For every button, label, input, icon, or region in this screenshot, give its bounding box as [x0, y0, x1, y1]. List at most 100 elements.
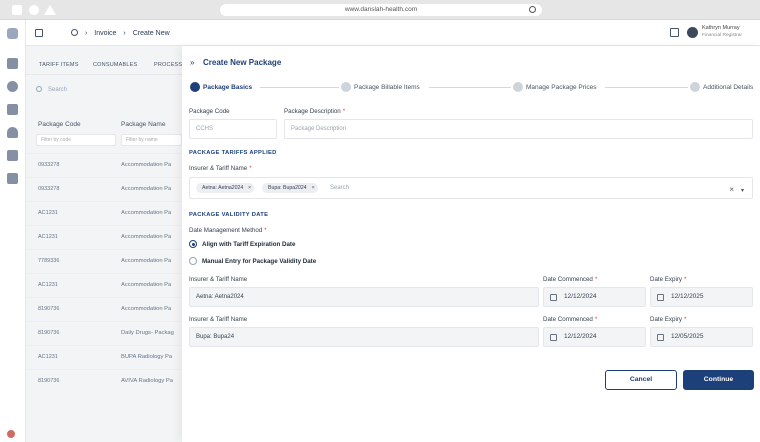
row1-commenced-label-text: Date Commenced	[543, 276, 593, 283]
document-icon[interactable]	[7, 150, 18, 161]
table-row[interactable]: 7789336 Accommodation Pa	[26, 249, 182, 273]
step-1-indicator	[190, 82, 200, 92]
table-row[interactable]: AC1231 Accommodation Pa	[26, 273, 182, 297]
switch-window-icon[interactable]	[670, 28, 679, 37]
continue-button[interactable]: Continue	[683, 370, 754, 390]
row1-expiry-value: 12/12/2025	[671, 293, 704, 300]
row2-expiry-date[interactable]: 12/05/2025	[650, 327, 753, 347]
files-icon[interactable]	[7, 58, 18, 69]
tab-tariff-items[interactable]: TARIFF ITEMS	[39, 62, 79, 68]
table-row[interactable]: 8190736 AVIVA Radiology Pa	[26, 369, 182, 393]
chip-remove-icon[interactable]: ×	[248, 183, 251, 193]
avatar[interactable]	[687, 27, 698, 38]
radio-manual-entry[interactable]	[189, 257, 197, 265]
user-avatar-icon[interactable]	[7, 430, 15, 438]
row2-commenced-date[interactable]: 12/12/2024	[543, 327, 646, 347]
row-package-code: AC1231	[38, 210, 58, 216]
table-row[interactable]: 0933278 Accommodation Pa	[26, 153, 182, 177]
row2-commenced-value: 12/12/2024	[564, 333, 597, 340]
insurer-tariff-multiselect[interactable]: Aetna: Aetna2024 × Bupa: Bupa2024 × Search…	[189, 177, 753, 199]
row-package-code: 8190736	[38, 330, 60, 336]
step-2-label[interactable]: Package Billable Items	[354, 84, 420, 91]
row2-commenced-label-text: Date Commenced	[543, 316, 593, 323]
breadcrumb-invoice[interactable]: Invoice	[94, 30, 116, 37]
url-text: www.danslah-health.com	[344, 6, 418, 13]
shield-icon[interactable]	[7, 81, 18, 92]
step-connector	[260, 87, 339, 88]
chip-remove-icon[interactable]: ×	[311, 183, 314, 193]
required-mark: *	[594, 276, 598, 283]
list-search-input[interactable]: Search	[36, 86, 67, 93]
row-package-code: AC1231	[38, 354, 58, 360]
award-icon[interactable]	[7, 127, 18, 138]
step-2-indicator	[341, 82, 351, 92]
filter-code-input[interactable]: Filter by code	[36, 134, 116, 146]
package-description-placeholder: Package Description	[291, 126, 347, 132]
card-icon[interactable]	[7, 173, 18, 184]
table-row[interactable]: 8190736 Daily Drugs- Packag	[26, 321, 182, 345]
step-1-label[interactable]: Package Basics	[203, 84, 252, 91]
address-bar[interactable]: www.danslah-health.com	[220, 4, 542, 16]
search-icon[interactable]	[529, 6, 536, 13]
row1-insurer-label: Insurer & Tariff Name	[189, 276, 248, 283]
row-package-name: BUPA Radiology Pa	[121, 354, 173, 360]
calendar-icon	[550, 334, 557, 341]
chevron-down-icon[interactable]: ▾	[741, 182, 744, 200]
row1-insurer-text: Aetna: Aetna2024	[196, 294, 244, 300]
filter-code-placeholder: Filter by code	[41, 137, 72, 143]
collapse-drawer-icon[interactable]: »	[190, 58, 194, 67]
table-row[interactable]: 8190736 Accommodation Pa	[26, 297, 182, 321]
radio-align-tariff-label[interactable]: Align with Tariff Expiration Date	[202, 241, 295, 248]
row1-commenced-date[interactable]: 12/12/2024	[543, 287, 646, 307]
package-code-placeholder: CCHS	[196, 126, 214, 132]
list-search-placeholder: Search	[48, 87, 68, 93]
radio-align-tariff[interactable]	[189, 240, 197, 248]
step-3-label[interactable]: Manage Package Prices	[526, 84, 596, 91]
radio-manual-entry-label[interactable]: Manual Entry for Package Validity Date	[202, 258, 316, 265]
chip-bupa: Bupa: Bupa2024 ×	[262, 183, 318, 193]
column-package-code: Package Code	[38, 121, 81, 128]
row-package-name: Daily Drugs- Packag	[121, 330, 174, 336]
row1-expiry-label-text: Date Expiry	[650, 276, 682, 283]
row1-insurer-value: Aetna: Aetna2024	[189, 287, 539, 307]
required-mark: *	[342, 108, 346, 115]
breadcrumb-separator-icon: ›	[84, 30, 88, 37]
window-circle-icon	[29, 5, 39, 15]
sidebar-toggle-icon[interactable]	[35, 29, 43, 37]
step-connector	[429, 87, 511, 88]
breadcrumb-create-new: Create New	[132, 30, 170, 37]
tab-consumables[interactable]: CONSUMABLES	[93, 62, 137, 68]
tab-process[interactable]: PROCESS	[154, 62, 182, 68]
row2-insurer-text: Bupa: Bupa24	[196, 334, 235, 340]
package-description-input[interactable]: Package Description	[284, 119, 753, 139]
user-name: Kathryn Murray	[702, 25, 740, 31]
row-package-code: 8190736	[38, 306, 60, 312]
package-code-input[interactable]: CCHS	[189, 119, 277, 139]
row1-commenced-label: Date Commenced *	[543, 276, 597, 283]
multiselect-search[interactable]: Search	[330, 183, 349, 193]
row1-expiry-date[interactable]: 12/12/2025	[650, 287, 753, 307]
home-icon[interactable]	[71, 29, 78, 36]
row-package-name: Accommodation Pa	[121, 234, 172, 240]
validity-section-heading: PACKAGE VALIDITY DATE	[189, 212, 269, 218]
required-mark: *	[594, 316, 598, 323]
clipboard-icon[interactable]	[7, 104, 18, 115]
step-4-indicator	[690, 82, 700, 92]
row-package-code: AC1231	[38, 282, 58, 288]
table-row[interactable]: AC1231 Accommodation Pa	[26, 201, 182, 225]
package-code-label: Package Code	[189, 108, 230, 115]
cancel-button[interactable]: Cancel	[605, 370, 677, 390]
create-package-drawer: » Create New Package Package Basics Pack…	[182, 46, 760, 442]
date-method-label: Date Management Method *	[189, 227, 267, 234]
row-package-name: Accommodation Pa	[121, 210, 172, 216]
clear-icon[interactable]: ×	[729, 181, 734, 199]
step-4-label[interactable]: Additional Details	[703, 84, 753, 91]
table-row[interactable]: 0933278 Accommodation Pa	[26, 177, 182, 201]
filter-name-input[interactable]: Filter by name	[121, 134, 182, 146]
package-description-label: Package Description *	[284, 108, 345, 115]
table-row[interactable]: AC1231 BUPA Radiology Pa	[26, 345, 182, 369]
window-square-icon	[12, 5, 22, 15]
insurer-tariff-label: Insurer & Tariff Name *	[189, 165, 252, 172]
row2-expiry-label: Date Expiry *	[650, 316, 686, 323]
table-row[interactable]: AC1231 Accommodation Pa	[26, 225, 182, 249]
